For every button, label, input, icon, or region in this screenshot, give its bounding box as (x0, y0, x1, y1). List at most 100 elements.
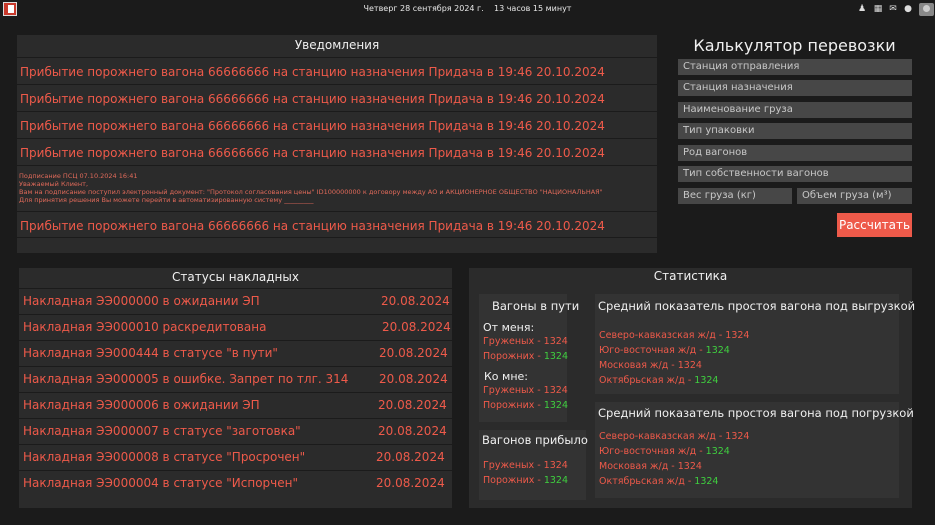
railway-value: 1324 (725, 330, 750, 341)
status-name: Накладная ЭЭ000000 в ожидании ЭП (23, 294, 260, 308)
notification-item[interactable]: Прибытие порожнего вагона 66666666 на ст… (17, 111, 657, 138)
status-name: Накладная ЭЭ000008 в статусе "Просрочен" (23, 450, 306, 464)
to-me-label: Ко мне: (484, 370, 528, 383)
notification-text: Прибытие порожнего вагона 66666666 на ст… (20, 92, 605, 106)
status-row[interactable]: Накладная ЭЭ000006 в ожидании ЭП 20.08.2… (19, 392, 452, 417)
wagons-in-transit-card: Вагоны в пути От меня: Груженых - 1324 П… (479, 294, 579, 422)
mail-icon[interactable]: ✉ (888, 4, 898, 14)
empty-value: 1324 (543, 351, 569, 362)
status-date: 20.08.2024 (376, 450, 445, 464)
railway-row: Октябрьская ж/д - 1324 (599, 476, 718, 487)
cargo-name-field[interactable]: Наименование груза (678, 102, 912, 118)
bell-icon[interactable]: ● (903, 4, 913, 14)
status-name: Накладная ЭЭ000005 в ошибке. Запрет по т… (23, 372, 349, 386)
origin-station-field[interactable]: Станция отправления (678, 59, 912, 75)
empty-row: Порожних - 1324 (483, 475, 568, 486)
avatar[interactable] (919, 3, 934, 16)
packaging-type-field[interactable]: Тип упаковки (678, 123, 912, 139)
notification-empty-row (17, 237, 657, 253)
statuses-title: Статусы накладных (172, 270, 299, 284)
railway-row: Московая ж/д - 1324 (599, 461, 702, 472)
railway-row: Юго-восточная ж/д - 1324 (599, 446, 730, 457)
notification-line: Подписание ПСЦ 07.10.2024 16:41 (19, 172, 138, 180)
status-row[interactable]: Накладная ЭЭ000008 в статусе "Просрочен"… (19, 444, 452, 469)
unloading-idle-title: Средний показатель простоя вагона под вы… (598, 299, 916, 313)
map-icon[interactable]: ▦ (873, 4, 883, 14)
notification-item[interactable]: Прибытие порожнего вагона 66666666 на ст… (17, 57, 657, 84)
loaded-label: Груженых - (483, 336, 541, 347)
volume-field[interactable]: Объем груза (м³) (797, 188, 912, 204)
empty-value: 1324 (543, 475, 569, 486)
railway-label: Московая ж/д - (599, 360, 675, 371)
railway-label: Московая ж/д - (599, 461, 675, 472)
railway-label: Юго-восточная ж/д - (599, 446, 703, 457)
status-name: Накладная ЭЭ000444 в статусе "в пути" (23, 346, 278, 360)
notification-text: Прибытие порожнего вагона 66666666 на ст… (20, 119, 605, 133)
railway-value: 1324 (705, 446, 730, 457)
loaded-label: Груженых - (483, 385, 541, 396)
loading-idle-card: Средний показатель простоя вагона под по… (595, 402, 914, 498)
railway-label: Северо-кавказская ж/д - (599, 330, 723, 341)
top-bar: Четверг 28 сентября 2024 г. 13 часов 15 … (0, 0, 935, 20)
railway-value: 1324 (694, 375, 719, 386)
railway-row: Северо-кавказская ж/д - 1324 (599, 431, 749, 442)
loaded-row: Груженых - 1324 (483, 336, 568, 347)
status-row[interactable]: Накладная ЭЭ000000 в ожидании ЭП 20.08.2… (19, 288, 452, 313)
railway-row: Северо-кавказская ж/д - 1324 (599, 330, 749, 341)
status-date: 20.08.2024 (379, 372, 448, 386)
notification-item-long[interactable]: Подписание ПСЦ 07.10.2024 16:41 Уважаемы… (17, 165, 657, 211)
users-icon[interactable]: ♟ (857, 4, 867, 14)
notification-text: Прибытие порожнего вагона 66666666 на ст… (20, 219, 605, 233)
status-date: 20.08.2024 (381, 294, 450, 308)
destination-station-field[interactable]: Станция назначения (678, 80, 912, 96)
weight-field[interactable]: Вес груза (кг) (678, 188, 792, 204)
notification-text: Прибытие порожнего вагона 66666666 на ст… (20, 65, 605, 79)
status-name: Накладная ЭЭ000004 в статусе "Испорчен" (23, 476, 299, 490)
status-date: 20.08.2024 (376, 476, 445, 490)
status-row[interactable]: Накладная ЭЭ000005 в ошибке. Запрет по т… (19, 366, 452, 391)
notification-text: Прибытие порожнего вагона 66666666 на ст… (20, 146, 605, 160)
wagon-ownership-field[interactable]: Тип собственности вагонов (678, 166, 912, 182)
status-row[interactable]: Накладная ЭЭ000444 в статусе "в пути" 20… (19, 340, 452, 365)
railway-value: 1324 (705, 345, 730, 356)
from-me-label: От меня: (483, 321, 535, 334)
loaded-label: Груженых - (483, 460, 541, 471)
waybill-statuses-panel: Статусы накладных Накладная ЭЭ000000 в о… (19, 268, 452, 508)
loaded-row: Груженых - 1324 (483, 385, 568, 396)
railway-label: Северо-кавказская ж/д - (599, 431, 723, 442)
status-name: Накладная ЭЭ000006 в ожидании ЭП (23, 398, 260, 412)
notifications-title: Уведомления (294, 38, 380, 52)
empty-label: Порожних - (483, 475, 541, 486)
empty-value: 1324 (543, 400, 569, 411)
notifications-panel: Уведомления Прибытие порожнего вагона 66… (17, 35, 657, 253)
notification-line: Уважаемый Клиент, (19, 180, 89, 188)
notification-line: Для принятия решения Вы можете перейти в… (19, 196, 314, 204)
loaded-value: 1324 (543, 460, 568, 471)
status-name: Накладная ЭЭ000010 раскредитована (23, 320, 267, 334)
railway-label: Октябрьская ж/д - (599, 476, 692, 487)
calculator-title: Калькулятор перевозки (693, 36, 896, 55)
railway-row: Юго-восточная ж/д - 1324 (599, 345, 730, 356)
railway-row: Московая ж/д - 1324 (599, 360, 702, 371)
status-name: Накладная ЭЭ000007 в статусе "заготовка" (23, 424, 301, 438)
wagon-kind-field[interactable]: Род вагонов (678, 145, 912, 161)
notification-item[interactable]: Прибытие порожнего вагона 66666666 на ст… (17, 84, 657, 111)
status-date: 20.08.2024 (378, 398, 447, 412)
wagons-arrived-title: Вагонов прибыло (482, 433, 588, 447)
empty-label: Порожних - (483, 400, 541, 411)
notification-item[interactable]: Прибытие порожнего вагона 66666666 на ст… (17, 138, 657, 165)
date-time: Четверг 28 сентября 2024 г. 13 часов 15 … (363, 4, 572, 13)
status-row[interactable]: Накладная ЭЭ000004 в статусе "Испорчен" … (19, 470, 452, 495)
notification-item[interactable]: Прибытие порожнего вагона 66666666 на ст… (17, 211, 657, 237)
railway-value: 1324 (677, 461, 702, 472)
notification-line: Вам на подписание поступил электронный д… (19, 188, 603, 196)
status-row[interactable]: Накладная ЭЭ000007 в статусе "заготовка"… (19, 418, 452, 443)
statistics-title: Статистика (653, 269, 728, 283)
status-date: 20.08.2024 (378, 424, 447, 438)
calculate-button[interactable]: Рассчитать (837, 213, 912, 237)
status-row[interactable]: Накладная ЭЭ000010 раскредитована 20.08.… (19, 314, 452, 339)
wagons-arrived-card: Вагонов прибыло Груженых - 1324 Порожних… (479, 430, 588, 500)
wagons-in-transit-title: Вагоны в пути (492, 299, 580, 313)
status-date: 20.08.2024 (379, 346, 448, 360)
railway-value: 1324 (677, 360, 702, 371)
